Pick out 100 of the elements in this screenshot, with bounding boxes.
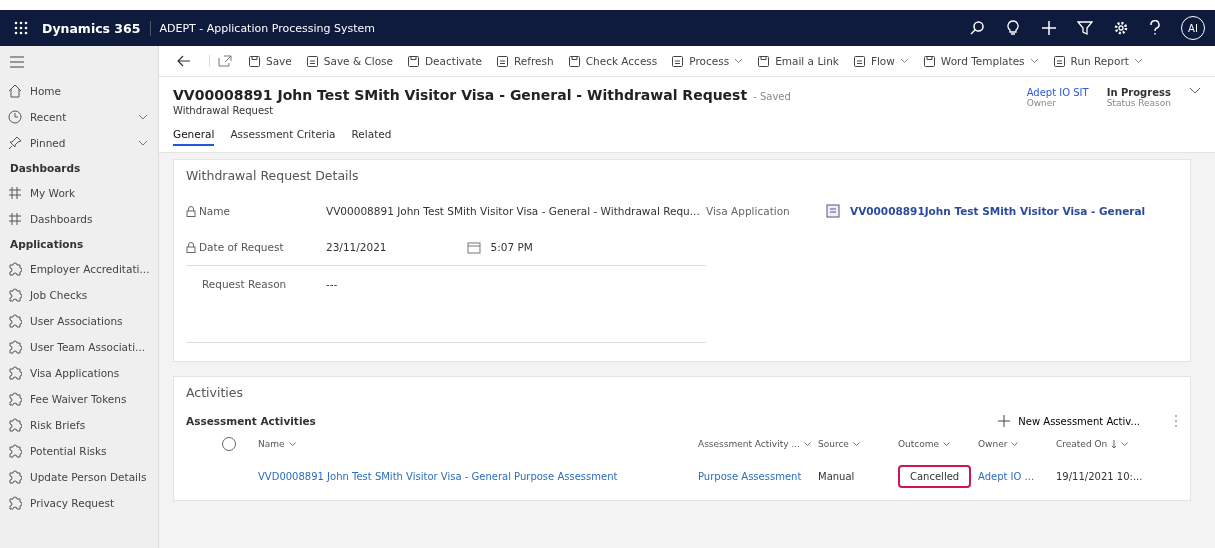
table-link[interactable]: VVD0008891 John Test SMith Visitor Visa - General Purpose Assessment bbox=[258, 470, 618, 482]
header-field-label: Status Reason bbox=[1106, 98, 1171, 108]
chevron-down-icon bbox=[138, 140, 148, 146]
nav-item[interactable]: Visa Applications bbox=[8, 360, 158, 386]
lock-icon bbox=[186, 241, 196, 253]
field-value[interactable]: VV00008891 John Test SMith Visitor Visa - General - Withdrawal Requ... bbox=[326, 205, 700, 217]
table-link[interactable]: Adept IO ... bbox=[978, 470, 1035, 482]
clock-icon bbox=[8, 110, 22, 124]
nav-item[interactable]: Risk Briefs bbox=[8, 412, 158, 438]
nav-item[interactable]: User Team Associati... bbox=[8, 334, 158, 360]
puzzle-icon bbox=[8, 340, 22, 354]
chevron-down-icon[interactable] bbox=[1189, 87, 1201, 94]
chevron-down-icon[interactable] bbox=[852, 442, 860, 446]
dashboard-icon bbox=[8, 186, 22, 200]
nav-item[interactable]: Home bbox=[8, 78, 158, 104]
lock-icon bbox=[186, 205, 196, 217]
dashboard-icon bbox=[8, 212, 22, 226]
record-title: VV00008891 John Test SMith Visitor Visa - General - Withdrawal Request bbox=[173, 87, 748, 103]
chevron-down-icon bbox=[734, 58, 744, 64]
puzzle-icon bbox=[8, 366, 22, 380]
app-name[interactable]: Dynamics 365 bbox=[42, 20, 152, 36]
nav-section-heading: Dashboards bbox=[10, 162, 82, 174]
nav-item[interactable]: My Work bbox=[8, 180, 158, 206]
section-title: Activities bbox=[186, 385, 245, 400]
column-header[interactable]: Created On bbox=[1056, 439, 1108, 449]
chevron-down-icon[interactable] bbox=[1011, 442, 1019, 446]
nav-item[interactable]: Privacy Request bbox=[8, 490, 158, 516]
owner-link[interactable]: Adept IO SIT bbox=[1026, 87, 1089, 98]
field-label: Name bbox=[186, 205, 316, 217]
nav-section-heading: Applications bbox=[10, 238, 85, 250]
puzzle-icon bbox=[8, 444, 22, 458]
record-icon bbox=[826, 204, 840, 218]
puzzle-icon bbox=[8, 418, 22, 432]
chevron-down-icon[interactable] bbox=[943, 442, 951, 446]
table-cell: Manual bbox=[818, 470, 855, 482]
time-value[interactable]: 5:07 PM bbox=[490, 241, 533, 253]
table-link[interactable]: Purpose Assessment bbox=[698, 470, 802, 482]
field-label: Date of Request bbox=[186, 241, 316, 253]
tab[interactable]: Related bbox=[351, 128, 392, 146]
table-cell: 19/11/2021 10:... bbox=[1056, 470, 1143, 482]
document-icon bbox=[852, 54, 866, 68]
document-icon bbox=[671, 54, 685, 68]
nav-item[interactable]: Dashboards bbox=[8, 206, 158, 232]
lightbulb-icon[interactable] bbox=[1005, 20, 1021, 36]
field-label: Request Reason bbox=[201, 278, 288, 290]
tab[interactable]: General bbox=[173, 128, 215, 146]
column-header[interactable]: Name bbox=[258, 439, 285, 449]
settings-icon[interactable] bbox=[1113, 20, 1129, 36]
home-icon bbox=[8, 84, 22, 98]
popout-icon[interactable] bbox=[209, 55, 232, 67]
entity-name: Withdrawal Request bbox=[173, 105, 275, 116]
help-icon[interactable] bbox=[1149, 20, 1161, 36]
section-title: Withdrawal Request Details bbox=[186, 168, 360, 183]
chevron-down-icon[interactable] bbox=[1121, 442, 1129, 446]
chevron-down-icon bbox=[1029, 58, 1039, 64]
column-header[interactable]: Source bbox=[818, 439, 849, 449]
document-icon bbox=[248, 54, 261, 68]
nav-item[interactable]: Update Person Details bbox=[8, 464, 158, 490]
tab[interactable]: Assessment Criteria bbox=[230, 128, 336, 146]
filter-icon[interactable] bbox=[1077, 20, 1093, 36]
plus-icon bbox=[998, 415, 1011, 427]
nav-item[interactable]: Fee Waiver Tokens bbox=[8, 386, 158, 412]
back-arrow-icon[interactable] bbox=[177, 55, 191, 67]
puzzle-icon bbox=[8, 392, 22, 406]
menu-icon[interactable] bbox=[10, 56, 24, 68]
column-header[interactable]: Assessment Activity ... bbox=[698, 439, 800, 449]
nav-item[interactable]: Job Checks bbox=[8, 282, 158, 308]
field-value[interactable]: --- bbox=[326, 278, 338, 290]
calendar-icon[interactable] bbox=[466, 240, 481, 254]
chevron-down-icon[interactable] bbox=[803, 442, 811, 446]
subgrid-title: Assessment Activities bbox=[186, 415, 317, 427]
chevron-down-icon bbox=[1133, 58, 1143, 64]
field-label: Visa Application bbox=[706, 205, 791, 217]
nav-item[interactable]: User Associations bbox=[8, 308, 158, 334]
chevron-down-icon bbox=[138, 114, 148, 120]
app-title: ADEPT - Application Processing System bbox=[159, 21, 375, 35]
nav-item[interactable]: Employer Accreditati... bbox=[8, 256, 158, 282]
field-value[interactable]: 23/11/2021 bbox=[326, 241, 387, 253]
document-icon bbox=[1052, 54, 1066, 68]
nav-item[interactable]: Potential Risks bbox=[8, 438, 158, 464]
plus-icon[interactable] bbox=[1041, 20, 1057, 36]
nav-item[interactable]: Pinned bbox=[8, 130, 158, 156]
document-icon bbox=[567, 54, 581, 68]
table-row[interactable]: VVD0008891 John Test SMith Visitor Visa - General Purpose Assessment Purpose Assessment Manual Cancelled Adept IO ... 19/11/2021 10:... bbox=[186, 460, 1178, 492]
document-icon bbox=[922, 54, 936, 68]
puzzle-icon bbox=[8, 470, 22, 484]
column-header[interactable]: Outcome bbox=[898, 439, 940, 449]
table-cell: Cancelled bbox=[898, 464, 972, 488]
chevron-down-icon[interactable] bbox=[288, 442, 296, 446]
search-icon[interactable] bbox=[969, 20, 985, 36]
app-launcher-icon[interactable] bbox=[14, 21, 28, 35]
document-icon bbox=[305, 54, 319, 68]
lookup-link[interactable]: VV00008891John Test SMith Visitor Visa - General bbox=[850, 205, 1146, 217]
document-icon bbox=[407, 54, 421, 68]
nav-item[interactable]: Recent bbox=[8, 104, 158, 130]
document-icon bbox=[757, 54, 771, 68]
puzzle-icon bbox=[8, 496, 22, 510]
document-icon bbox=[496, 54, 510, 68]
header-field-value: In Progress bbox=[1106, 87, 1171, 98]
column-header[interactable]: Owner bbox=[978, 439, 1008, 449]
